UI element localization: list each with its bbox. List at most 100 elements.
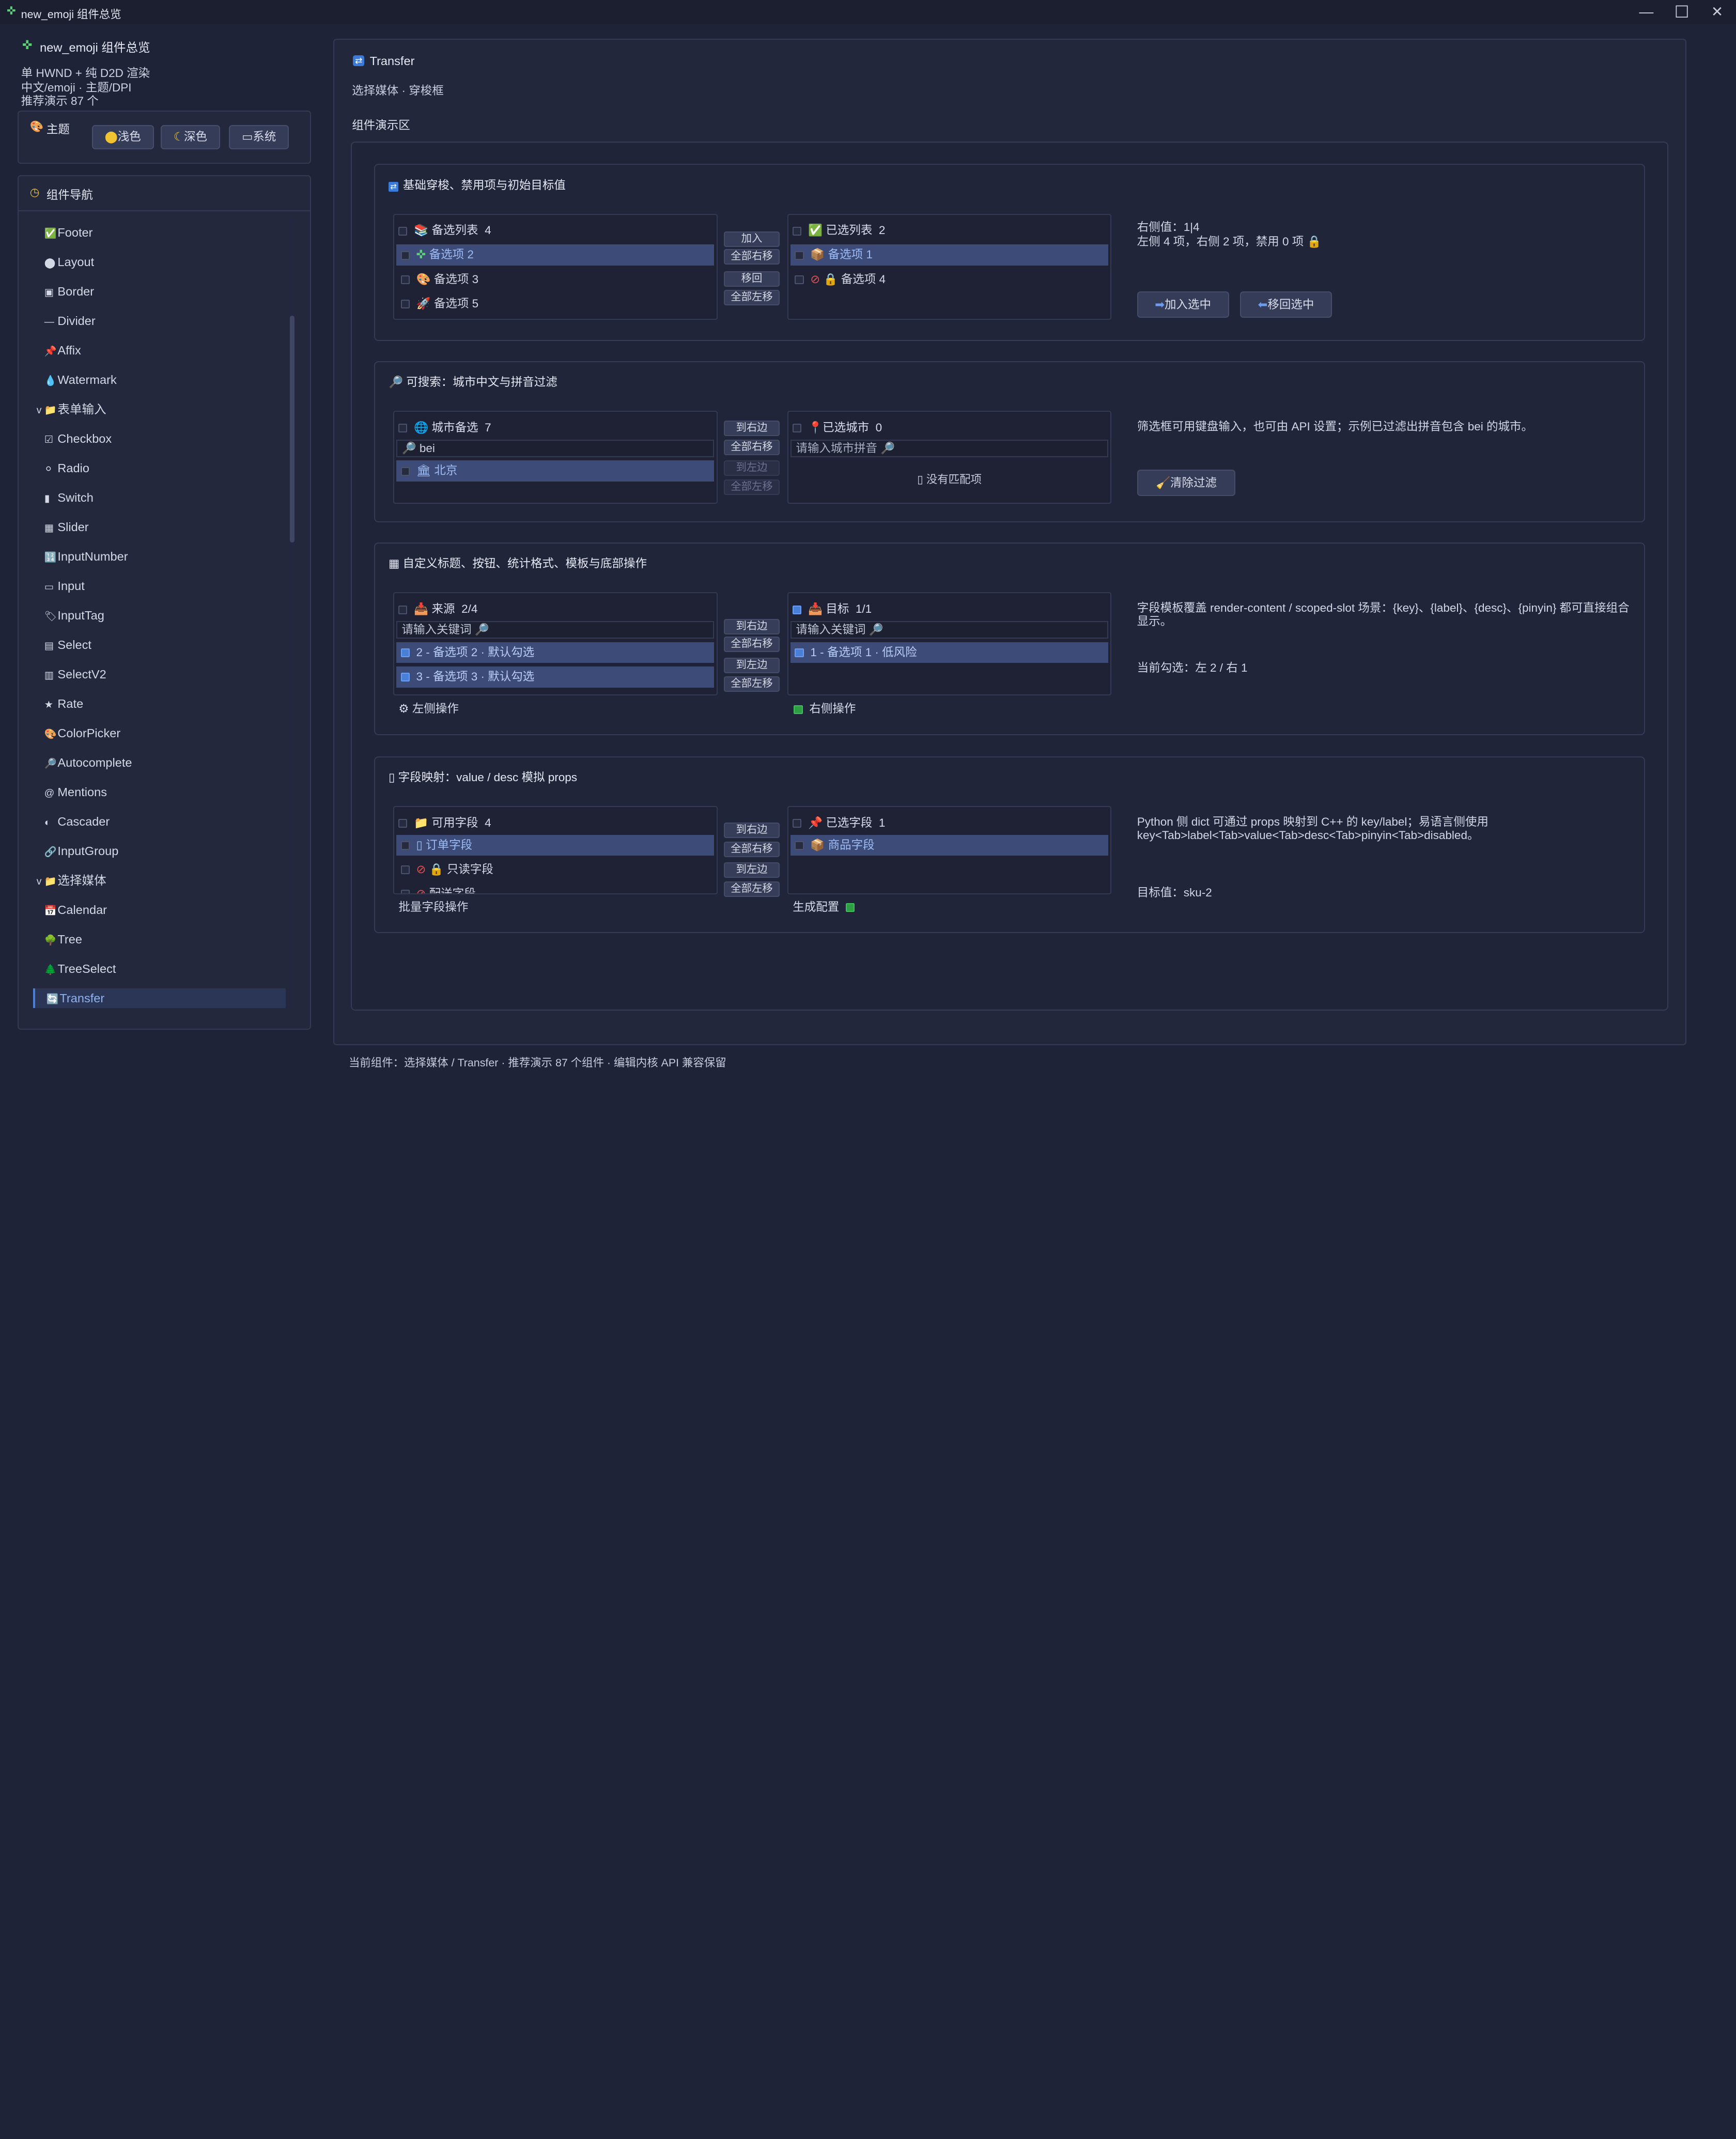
item-checkbox[interactable] [400, 467, 410, 476]
nav-item[interactable]: 🔗 InputGroup [44, 841, 119, 861]
item-checkbox[interactable] [400, 673, 410, 682]
nav-item[interactable]: ⬤ Layout [44, 252, 94, 272]
to-left-button[interactable]: 到左边 [724, 862, 780, 878]
all-left-button[interactable]: 全部左移 [724, 479, 780, 495]
all-right-button[interactable]: 全部右移 [724, 439, 780, 455]
theme-dark-button[interactable]: ☾深色 [160, 125, 221, 150]
template-note: 字段模板覆盖 render-content / scoped-slot 场景：{… [1137, 601, 1630, 615]
nav-item[interactable]: — Divider [44, 311, 96, 331]
nav-item[interactable]: @ Mentions [44, 782, 107, 802]
theme-system-button[interactable]: ▭系统 [229, 125, 289, 150]
search-left-select-all[interactable] [398, 424, 408, 433]
left-footer-action[interactable]: ⚙ 左侧操作 [398, 700, 458, 716]
list-item[interactable]: ⊘ 🔒 只读字段 [396, 859, 714, 880]
props-right-select-all[interactable] [793, 819, 802, 828]
left-footer-text[interactable]: 批量字段操作 [398, 898, 468, 915]
nav-item[interactable]: 🔄 Transfer [33, 988, 286, 1009]
nav-item[interactable]: 💧 Watermark [44, 370, 117, 390]
all-right-button[interactable]: 全部右移 [724, 249, 780, 265]
to-right-button[interactable]: 到右边 [724, 823, 780, 839]
props-left-select-all[interactable] [398, 819, 408, 828]
move-back-button[interactable]: 移回 [724, 271, 780, 287]
list-item[interactable]: ⊘ 🔒 备选项 4 [791, 269, 1108, 290]
nav-item[interactable]: 🎨 ColorPicker [44, 723, 120, 743]
list-item[interactable]: 🏛 北京 [396, 460, 715, 482]
all-left-button[interactable]: 全部左移 [724, 290, 780, 306]
list-item[interactable]: ▯ 订单字段 [396, 834, 715, 856]
right-footer-action[interactable]: 右侧操作 [794, 700, 856, 716]
nav-item[interactable]: ◐ Cascader [44, 812, 110, 832]
search-right-select-all[interactable] [793, 424, 802, 433]
add-selected-button[interactable]: ➡加入选中 [1137, 291, 1229, 318]
nav-item[interactable]: 🌳 Tree [44, 929, 82, 950]
nav-item[interactable]: 🔎 Autocomplete [44, 753, 132, 773]
nav-group[interactable]: v 📁 表单输入 [37, 399, 106, 420]
nav-item[interactable]: 🌲 TreeSelect [44, 959, 116, 979]
list-item[interactable]: 🎨 备选项 3 [396, 269, 714, 290]
item-checkbox[interactable] [400, 890, 410, 894]
all-right-button[interactable]: 全部右移 [724, 637, 780, 653]
item-checkbox[interactable] [400, 300, 410, 309]
basic-right-select-all[interactable] [793, 226, 802, 236]
custom-right-select-all[interactable] [793, 605, 802, 614]
to-right-button[interactable]: 到右边 [724, 618, 780, 634]
list-item[interactable]: 📦 商品字段 [790, 834, 1109, 856]
nav-item[interactable]: ▦ Slider [44, 517, 89, 537]
item-checkbox[interactable] [795, 841, 804, 850]
add-selected-label: 加入选中 [1165, 298, 1212, 311]
item-label: 商品字段 [828, 838, 875, 851]
nav-item[interactable]: ▭ Input [44, 576, 85, 596]
search-left-count: 7 [485, 421, 491, 434]
list-item[interactable]: 🚀 备选项 5 [396, 293, 714, 315]
list-item[interactable]: 2 - 备选项 2 · 默认勾选 [396, 642, 715, 663]
item-checkbox[interactable] [400, 648, 410, 658]
item-checkbox[interactable] [400, 275, 410, 285]
nav-item[interactable]: 🏷InputTag [44, 606, 104, 626]
nav-item[interactable]: ⚪ Radio [44, 458, 89, 478]
all-left-button[interactable]: 全部左移 [724, 676, 780, 692]
nav-item[interactable]: ▤ Select [44, 635, 91, 655]
basic-left-select-all[interactable] [398, 226, 408, 236]
nav-item[interactable]: ▣ Border [44, 282, 94, 302]
list-item[interactable]: ✜ 备选项 2 [396, 244, 715, 266]
city-pinyin-input[interactable]: 请输入城市拼音 🔎 [790, 439, 1109, 457]
to-left-button[interactable]: 到左边 [724, 460, 780, 476]
clear-filter-button[interactable]: 🧹清除过滤 [1137, 469, 1236, 496]
item-checkbox[interactable] [400, 865, 410, 875]
close-button[interactable]: ✕ [1708, 3, 1726, 21]
to-left-button[interactable]: 到左边 [724, 657, 780, 673]
list-item[interactable]: 📦 备选项 1 [790, 244, 1109, 266]
custom-left-select-all[interactable] [398, 605, 408, 614]
all-left-button[interactable]: 全部左移 [724, 881, 780, 897]
to-right-button[interactable]: 到右边 [724, 421, 780, 437]
nav-item[interactable]: ✅ Footer [44, 223, 93, 243]
city-search-input[interactable]: 🔎 bei [396, 439, 715, 457]
item-checkbox[interactable] [400, 841, 410, 850]
nav-item[interactable]: ▮ Switch [44, 488, 94, 508]
maximize-button[interactable]: ☐ [1673, 3, 1691, 21]
add-button[interactable]: 加入 [724, 231, 780, 247]
nav-scrollbar-thumb[interactable] [290, 315, 295, 542]
item-checkbox[interactable] [795, 275, 804, 285]
list-item[interactable]: ⊘ 配送字段 [396, 884, 714, 894]
list-item[interactable]: 3 - 备选项 3 · 默认勾选 [396, 666, 715, 688]
nav-item[interactable]: ☑ Checkbox [44, 429, 112, 449]
list-item[interactable]: 1 - 备选项 1 · 低风险 [790, 642, 1109, 663]
remove-selected-button[interactable]: ⬅移回选中 [1240, 291, 1332, 318]
item-checkbox[interactable] [400, 251, 410, 260]
all-right-button[interactable]: 全部右移 [724, 841, 780, 857]
custom-right-search[interactable]: 请输入关键词 🔎 [790, 621, 1109, 639]
count-note: 左侧 4 项，右侧 2 项，禁用 0 项 🔒 [1137, 235, 1322, 248]
nav-item[interactable]: 📅 Calendar [44, 900, 107, 920]
nav-item[interactable]: ▥ SelectV2 [44, 664, 106, 685]
custom-left-search[interactable]: 请输入关键词 🔎 [396, 621, 715, 639]
generate-config-action[interactable]: 生成配置 [793, 898, 861, 915]
item-checkbox[interactable] [795, 648, 804, 658]
minimize-button[interactable]: — [1637, 3, 1655, 21]
nav-item[interactable]: ★ Rate [44, 694, 83, 714]
item-checkbox[interactable] [795, 251, 804, 260]
theme-light-button[interactable]: ⬤浅色 [91, 125, 154, 150]
nav-item[interactable]: 📌 Affix [44, 340, 81, 361]
nav-item[interactable]: 🔢 InputNumber [44, 547, 128, 567]
nav-group[interactable]: v 📁 选择媒体 [37, 871, 106, 891]
